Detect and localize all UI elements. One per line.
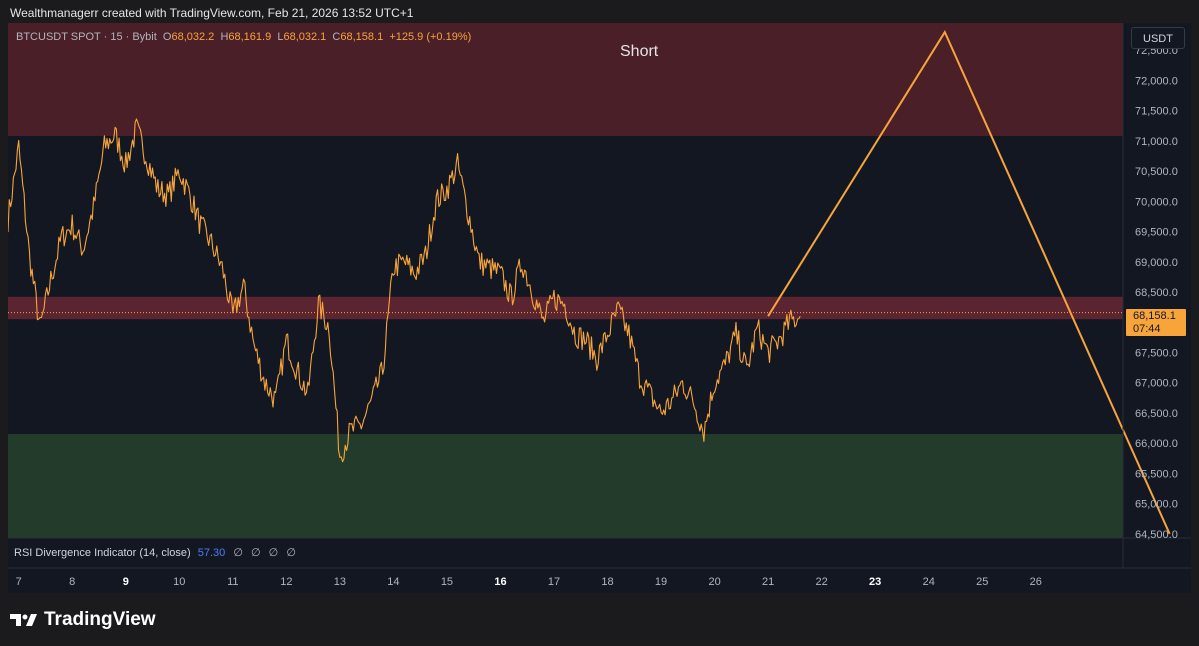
rsi-na-2: ∅ xyxy=(251,547,261,559)
rsi-value: 57.30 xyxy=(197,547,226,559)
x-tick-label: 25 xyxy=(976,576,988,588)
change-value: +125.9 (+0.19%) xyxy=(389,31,472,43)
x-tick-label: 16 xyxy=(494,576,506,588)
y-tick-label: 69,500.0 xyxy=(1135,227,1178,239)
high-value: 68,161.9 xyxy=(228,31,272,43)
x-tick-label: 12 xyxy=(280,576,292,588)
last-price-tag: 68,158.1 07:44 xyxy=(1126,309,1186,336)
x-tick-label: 17 xyxy=(548,576,560,588)
last-price-value: 68,158.1 xyxy=(1133,310,1176,322)
tradingview-logo-icon xyxy=(10,614,37,626)
rsi-na-4: ∅ xyxy=(286,547,296,559)
x-tick-label: 22 xyxy=(816,576,828,588)
x-tick-label: 20 xyxy=(708,576,720,588)
y-tick-label: 72,000.0 xyxy=(1135,75,1178,87)
price-chart[interactable]: 72,500.072,000.071,500.071,000.070,500.0… xyxy=(8,23,1191,593)
y-tick-label: 66,000.0 xyxy=(1135,438,1178,450)
currency-button[interactable]: USDT xyxy=(1131,27,1185,49)
y-tick-label: 64,500.0 xyxy=(1135,529,1178,541)
y-tick-label: 71,000.0 xyxy=(1135,136,1178,148)
x-tick-label: 21 xyxy=(762,576,774,588)
x-tick-label: 7 xyxy=(16,576,22,588)
y-tick-label: 70,000.0 xyxy=(1135,196,1178,208)
x-tick-label: 23 xyxy=(869,576,881,588)
x-tick-label: 9 xyxy=(123,576,129,588)
y-tick-label: 70,500.0 xyxy=(1135,166,1178,178)
x-tick-label: 8 xyxy=(69,576,75,588)
tradingview-logo[interactable]: TradingView xyxy=(10,609,156,631)
y-tick-label: 71,500.0 xyxy=(1135,106,1178,118)
chart-attribution: Wealthmanagerr created with TradingView.… xyxy=(10,6,414,20)
y-tick-label: 69,000.0 xyxy=(1135,257,1178,269)
x-tick-label: 14 xyxy=(387,576,399,588)
demand-zone[interactable] xyxy=(8,434,1123,538)
rsi-name: RSI Divergence Indicator (14, close) xyxy=(14,547,191,559)
low-value: 68,032.1 xyxy=(283,31,327,43)
rsi-na-1: ∅ xyxy=(233,547,243,559)
x-tick-label: 11 xyxy=(227,576,238,588)
open-value: 68,032.2 xyxy=(171,31,215,43)
x-tick-label: 18 xyxy=(601,576,613,588)
chart-area[interactable]: 72,500.0 72,000.0 71,500.0 71,000.0 70,500.0… xyxy=(8,23,1191,593)
rsi-na-3: ∅ xyxy=(268,547,279,559)
x-tick-label: 13 xyxy=(334,576,346,588)
y-tick-label: 67,000.0 xyxy=(1135,378,1178,390)
x-tick-label: 24 xyxy=(923,576,935,588)
rsi-legend[interactable]: RSI Divergence Indicator (14, close) 57.… xyxy=(14,546,296,559)
y-tick-label: 65,000.0 xyxy=(1135,499,1178,511)
y-tick-label: 68,500.0 xyxy=(1135,287,1178,299)
x-tick-label: 26 xyxy=(1030,576,1042,588)
symbol-label[interactable]: BTCUSDT SPOT · 15 · Bybit xyxy=(16,31,157,43)
x-tick-label: 19 xyxy=(655,576,667,588)
bar-countdown: 07:44 xyxy=(1133,323,1161,335)
price-series[interactable] xyxy=(8,118,801,463)
x-tick-label: 10 xyxy=(173,576,185,588)
x-tick-label: 15 xyxy=(441,576,453,588)
tradingview-logo-text: TradingView xyxy=(44,609,156,630)
y-tick-label: 66,500.0 xyxy=(1135,408,1178,420)
y-tick-label: 67,500.0 xyxy=(1135,347,1178,359)
short-annotation[interactable]: Short xyxy=(620,43,658,61)
ohlc-legend: BTCUSDT SPOT · 15 · Bybit O68,032.2 H68,… xyxy=(16,31,471,43)
y-tick-label: 65,500.0 xyxy=(1135,468,1178,480)
close-value: 68,158.1 xyxy=(340,31,384,43)
